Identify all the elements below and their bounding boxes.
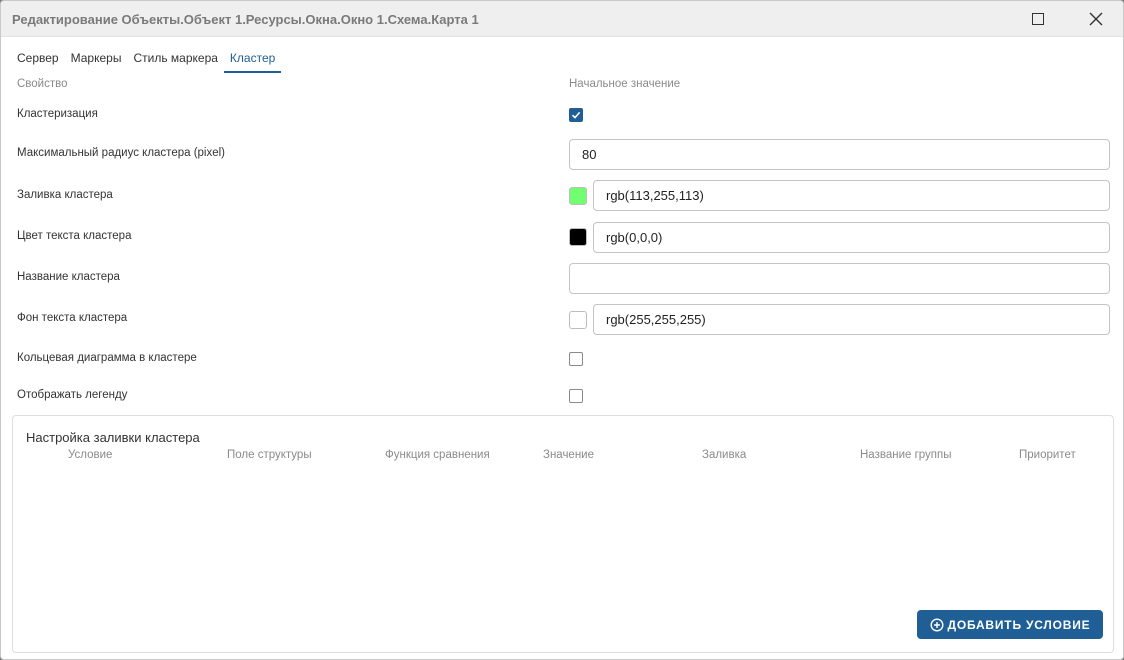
- title-bar: Редактирование Объекты.Объект 1.Ресурсы.…: [1, 1, 1123, 37]
- edit-dialog: Редактирование Объекты.Объект 1.Ресурсы.…: [0, 0, 1124, 660]
- label-cluster-text-bg: Фон текста кластера: [17, 312, 128, 324]
- cluster-fill-settings-panel: Настройка заливки кластера Условие Поле …: [12, 415, 1114, 653]
- column-header-value: Значение: [543, 449, 594, 461]
- maximize-button[interactable]: [1023, 5, 1053, 33]
- maximize-icon: [1032, 13, 1044, 25]
- checkbox-show-legend[interactable]: [569, 389, 583, 403]
- cluster-fill-input[interactable]: rgb(113,255,113): [593, 180, 1110, 211]
- close-icon: [1089, 12, 1103, 26]
- column-header-priority: Приоритет: [1019, 449, 1076, 461]
- label-clustering: Кластеризация: [17, 108, 98, 120]
- tab-cluster[interactable]: Кластер: [223, 47, 282, 73]
- column-header-fill: Заливка: [702, 449, 747, 461]
- tab-marker-style[interactable]: Стиль маркера: [127, 47, 223, 73]
- column-header-structure-field: Поле структуры: [227, 449, 312, 461]
- cluster-text-color-swatch[interactable]: [569, 228, 587, 246]
- dialog-title: Редактирование Объекты.Объект 1.Ресурсы.…: [12, 12, 479, 27]
- max-radius-input[interactable]: 80: [569, 139, 1110, 170]
- cluster-text-color-input[interactable]: rgb(0,0,0): [593, 222, 1110, 253]
- close-button[interactable]: [1081, 5, 1111, 33]
- label-cluster-text-color: Цвет текста кластера: [17, 230, 132, 242]
- cluster-text-bg-input[interactable]: rgb(255,255,255): [593, 304, 1110, 335]
- tab-markers[interactable]: Маркеры: [65, 47, 128, 73]
- checkbox-donut-chart[interactable]: [569, 352, 583, 366]
- add-condition-button[interactable]: ДОБАВИТЬ УСЛОВИЕ: [917, 610, 1103, 639]
- checkmark-icon: [571, 111, 581, 119]
- label-show-legend: Отображать легенду: [17, 389, 128, 401]
- add-condition-label: ДОБАВИТЬ УСЛОВИЕ: [947, 617, 1091, 632]
- checkbox-clustering[interactable]: [569, 108, 583, 122]
- panel-title: Настройка заливки кластера: [26, 430, 200, 445]
- tab-server[interactable]: Сервер: [11, 47, 65, 73]
- tab-bar: Сервер Маркеры Стиль маркера Кластер: [11, 47, 282, 73]
- label-cluster-fill: Заливка кластера: [17, 189, 113, 201]
- cluster-name-input[interactable]: [569, 263, 1110, 294]
- column-header-group-name: Название группы: [860, 449, 952, 461]
- label-donut-chart: Кольцевая диаграмма в кластере: [17, 352, 197, 364]
- cluster-text-bg-swatch[interactable]: [569, 311, 587, 329]
- column-header-comparison-function: Функция сравнения: [385, 449, 490, 461]
- plus-circle-icon: [929, 617, 944, 632]
- column-header-initial-value: Начальное значение: [569, 78, 681, 90]
- cluster-fill-swatch[interactable]: [569, 187, 587, 205]
- label-cluster-name: Название кластера: [17, 271, 120, 283]
- label-max-radius: Максимальный радиус кластера (pixel): [17, 147, 226, 159]
- column-header-property: Свойство: [17, 78, 68, 90]
- column-header-condition: Условие: [68, 449, 113, 461]
